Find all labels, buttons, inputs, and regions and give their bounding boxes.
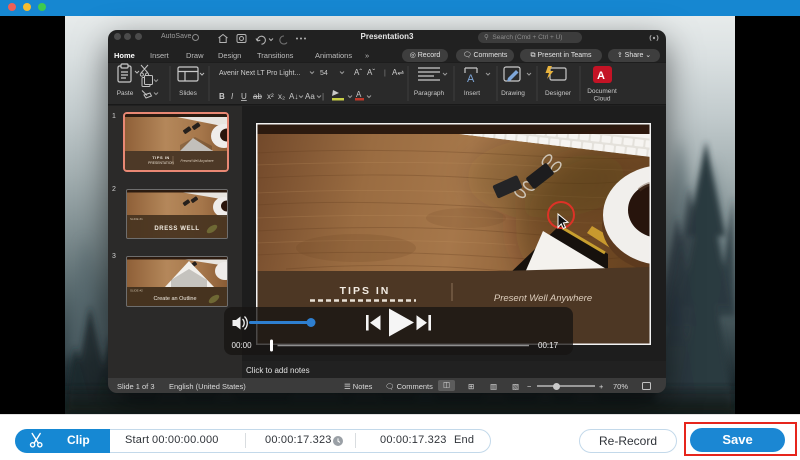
svg-text:Document: Document xyxy=(587,88,617,95)
svg-text:Aˆ: Aˆ xyxy=(354,68,362,77)
svg-text:U: U xyxy=(241,92,247,101)
svg-text:54: 54 xyxy=(320,70,328,77)
svg-text:Present Well Anywhere: Present Well Anywhere xyxy=(494,293,592,304)
svg-text:Cloud: Cloud xyxy=(594,96,611,103)
svg-text:PRESENTATION: PRESENTATION xyxy=(148,161,174,165)
svg-text:A⇌: A⇌ xyxy=(392,68,404,77)
svg-text:A: A xyxy=(597,70,605,82)
svg-text:Drawing: Drawing xyxy=(501,90,525,97)
svg-text:|: | xyxy=(322,92,324,101)
svg-text:Slides: Slides xyxy=(179,90,197,97)
svg-text:A: A xyxy=(356,90,362,99)
svg-text:Insert: Insert xyxy=(464,90,480,97)
svg-text:TIPS IN: TIPS IN xyxy=(340,285,391,297)
svg-text:ab: ab xyxy=(253,92,262,101)
svg-text:Paste: Paste xyxy=(117,90,134,97)
svg-text:A: A xyxy=(467,73,475,85)
svg-text:x₂: x₂ xyxy=(278,92,285,101)
svg-text:SLIDE #2: SLIDE #2 xyxy=(130,289,143,293)
svg-text:SLIDE #1: SLIDE #1 xyxy=(130,217,143,221)
svg-text:TIPS IN: TIPS IN xyxy=(152,155,170,160)
svg-text:x²: x² xyxy=(267,92,274,101)
svg-text:DRESS WELL: DRESS WELL xyxy=(154,226,199,232)
svg-text:I: I xyxy=(231,92,234,101)
svg-text:B: B xyxy=(219,92,225,101)
svg-text:|: | xyxy=(384,70,386,77)
svg-text:Present Well Anywhere: Present Well Anywhere xyxy=(181,159,214,163)
svg-text:Aa: Aa xyxy=(305,92,315,101)
svg-text:Create an Outline: Create an Outline xyxy=(153,296,196,302)
svg-text:A↓: A↓ xyxy=(289,92,298,101)
svg-text:Paragraph: Paragraph xyxy=(414,90,445,97)
svg-text:Designer: Designer xyxy=(545,90,572,97)
svg-text:00:17: 00:17 xyxy=(538,341,559,350)
svg-text:Aˇ: Aˇ xyxy=(367,68,375,77)
svg-text:00:00: 00:00 xyxy=(232,341,253,350)
svg-text:Avenir Next LT Pro Light...: Avenir Next LT Pro Light... xyxy=(219,70,300,77)
